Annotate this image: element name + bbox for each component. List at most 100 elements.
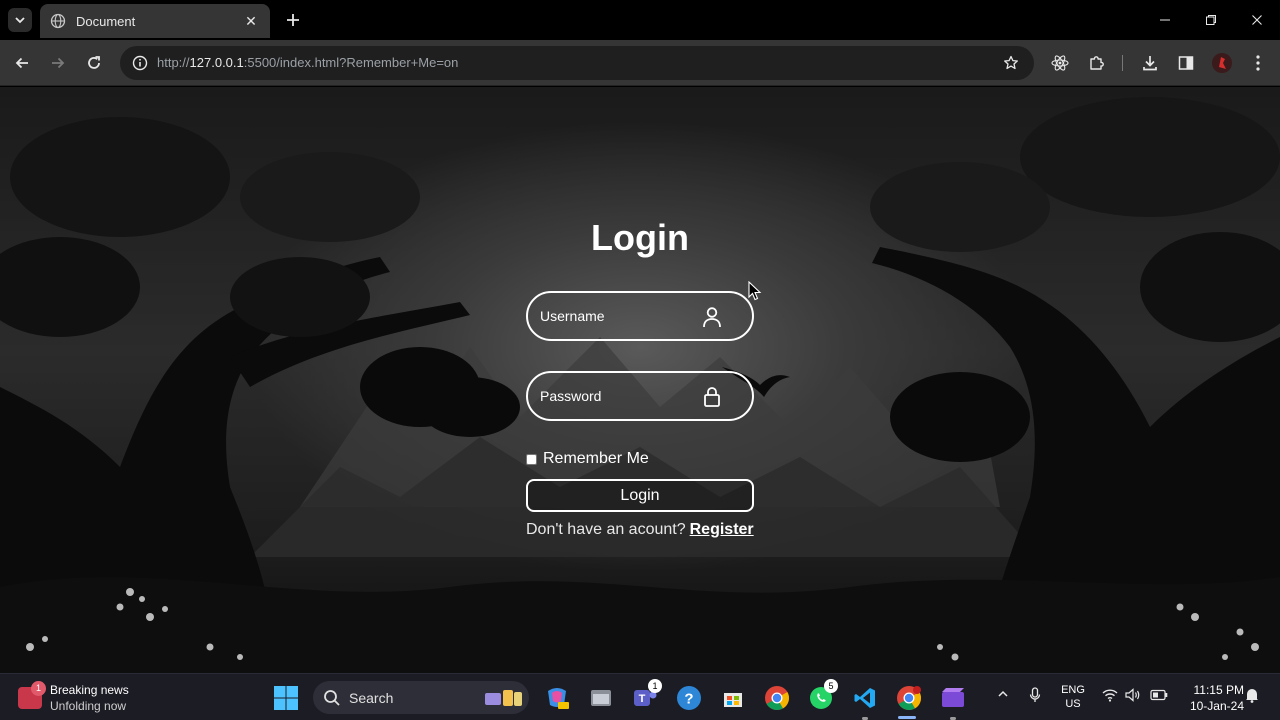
window-icon	[591, 690, 611, 706]
volume-status[interactable]	[1124, 686, 1142, 704]
news-widget[interactable]: 1 Breaking news Unfolding now	[18, 681, 218, 715]
vscode-icon	[854, 688, 875, 708]
browser-menu-button[interactable]	[1244, 49, 1272, 77]
side-panel-icon	[1178, 56, 1194, 70]
news-badge: 1	[31, 681, 46, 696]
url-prefix: http://	[157, 55, 190, 70]
reload-button[interactable]	[80, 49, 108, 77]
clock-time: 11:15 PM	[1193, 683, 1244, 697]
register-link[interactable]: Register	[690, 521, 754, 538]
info-icon	[132, 55, 148, 71]
tab-title: Document	[76, 13, 136, 29]
puzzle-icon	[1090, 56, 1104, 70]
address-bar[interactable]: http://127.0.0.1:5500/index.html?Remembe…	[120, 46, 1034, 80]
globe-icon	[50, 13, 66, 29]
login-button[interactable]: Login	[526, 479, 754, 512]
wifi-status[interactable]	[1101, 686, 1119, 704]
svg-text:?: ?	[684, 691, 693, 708]
news-subtitle: Unfolding now	[50, 699, 127, 713]
lock-icon	[704, 387, 720, 407]
react-devtools-button[interactable]	[1046, 49, 1074, 77]
back-button[interactable]	[8, 49, 36, 77]
close-window-button[interactable]	[1234, 8, 1280, 32]
side-panel-button[interactable]	[1172, 49, 1200, 77]
remember-me-row: Remember Me	[526, 450, 649, 468]
whatsapp-badge: 5	[824, 679, 838, 693]
browser-tab[interactable]: Document ✕	[40, 4, 270, 38]
taskbar-help-app[interactable]: ?	[674, 683, 704, 713]
news-title: Breaking news	[50, 683, 129, 697]
username-input[interactable]	[540, 293, 700, 339]
taskbar: 1 Breaking news Unfolding now Search T 1…	[0, 673, 1280, 720]
extensions-button[interactable]	[1083, 49, 1111, 77]
screen: Document ✕ http://127.0.0.1:5500/index.h…	[0, 0, 1280, 720]
restore-button[interactable]	[1188, 8, 1234, 32]
taskbar-copilot-app[interactable]	[542, 683, 572, 713]
mouse-cursor-icon	[748, 281, 762, 301]
video-editor-icon	[942, 688, 964, 707]
minimize-icon	[1160, 19, 1170, 21]
kebab-menu-icon	[1256, 55, 1260, 71]
page-viewport: Login Remember Me Login Don't have an ac…	[0, 87, 1280, 673]
profile-button[interactable]	[1208, 49, 1236, 77]
taskbar-explorer-app[interactable]	[586, 683, 616, 713]
notifications-button[interactable]	[1244, 686, 1260, 704]
plus-icon	[287, 14, 299, 26]
wifi-icon	[1102, 689, 1118, 702]
restore-icon	[1206, 15, 1216, 25]
chrome-icon	[765, 686, 790, 711]
battery-status[interactable]	[1149, 686, 1169, 704]
search-icon	[324, 690, 340, 706]
taskbar-search[interactable]: Search	[313, 681, 529, 714]
chevron-up-icon	[998, 690, 1008, 697]
forward-button[interactable]	[44, 49, 72, 77]
remember-me-label[interactable]: Remember Me	[543, 450, 649, 468]
arrow-left-icon	[15, 57, 28, 69]
chrome-profile-icon	[897, 686, 922, 711]
download-icon	[1143, 56, 1157, 71]
speaker-icon	[1125, 688, 1140, 702]
taskbar-store-app[interactable]	[718, 683, 748, 713]
windows-start-icon[interactable]	[273, 685, 299, 711]
url-host: 127.0.0.1	[189, 55, 244, 70]
new-tab-button[interactable]	[282, 9, 304, 31]
minimize-button[interactable]	[1142, 8, 1188, 32]
password-input[interactable]	[540, 373, 700, 419]
language-code: ENG	[1061, 684, 1085, 696]
tab-close-icon[interactable]: ✕	[242, 13, 260, 30]
bookmark-button[interactable]	[1000, 52, 1022, 74]
store-icon	[724, 693, 742, 707]
bell-icon	[1246, 689, 1258, 703]
password-field-wrapper	[526, 371, 754, 421]
taskbar-teams-app[interactable]: T 1	[630, 679, 662, 713]
browser-toolbar: http://127.0.0.1:5500/index.html?Remembe…	[0, 40, 1280, 86]
taskbar-chrome-app[interactable]	[762, 683, 792, 713]
remember-me-checkbox[interactable]	[526, 453, 537, 465]
input-language[interactable]: ENG US	[1058, 683, 1088, 711]
user-icon	[703, 307, 721, 328]
svg-text:T: T	[639, 693, 646, 705]
tab-search-button[interactable]	[8, 8, 32, 32]
taskbar-whatsapp-app[interactable]: 5	[806, 679, 838, 713]
downloads-button[interactable]	[1136, 49, 1164, 77]
microphone-icon	[1029, 687, 1041, 702]
reload-icon	[88, 56, 100, 69]
register-prompt-text: Don't have an acount?	[526, 521, 686, 538]
url-text: http://127.0.0.1:5500/index.html?Remembe…	[157, 55, 458, 70]
taskbar-chrome-active-app[interactable]	[894, 683, 924, 713]
site-info-button[interactable]	[128, 51, 152, 75]
tab-strip: Document ✕	[0, 0, 1280, 40]
search-label: Search	[349, 690, 394, 706]
region-code: US	[1065, 698, 1081, 710]
star-icon	[1004, 55, 1018, 70]
help-icon: ?	[677, 686, 701, 710]
login-heading: Login	[591, 217, 689, 258]
show-hidden-icons-button[interactable]	[995, 686, 1011, 702]
chevron-down-icon	[15, 17, 25, 24]
microphone-button[interactable]	[1027, 686, 1043, 704]
system-clock[interactable]: 11:15 PM 10-Jan-24	[1178, 682, 1244, 714]
teams-badge: 1	[648, 679, 662, 693]
taskbar-clipchamp-app[interactable]	[938, 683, 968, 713]
copilot-icon	[548, 688, 569, 709]
taskbar-vscode-app[interactable]	[850, 683, 880, 713]
